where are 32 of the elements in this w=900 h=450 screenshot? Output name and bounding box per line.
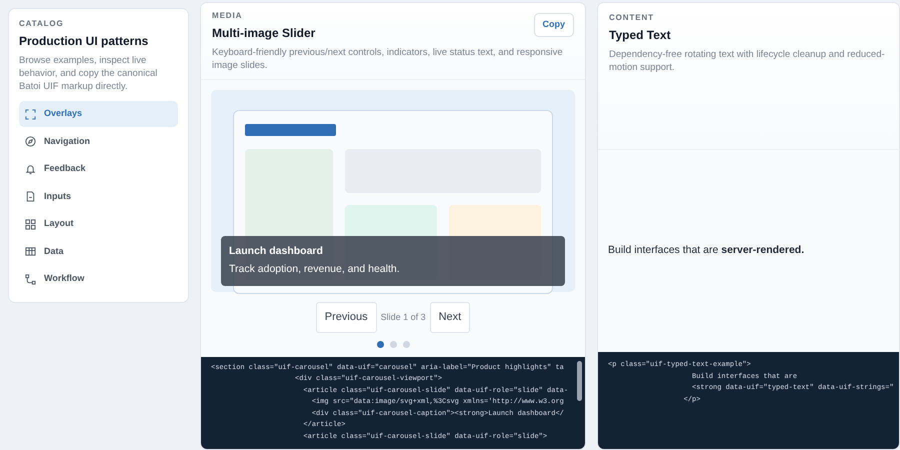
card-title: Typed Text — [609, 26, 671, 44]
card-description: Keyboard-friendly previous/next controls, indicators, live status text, and responsive image slides. — [212, 46, 564, 72]
sidebar-item[interactable]: Feedback — [19, 156, 178, 182]
sidebar-item[interactable]: Data — [19, 238, 178, 264]
document-icon — [25, 191, 36, 202]
section-label: CONTENT — [609, 13, 654, 23]
card-title: Multi-image Slider — [212, 24, 316, 42]
section-label: CATALOG — [19, 19, 64, 29]
scrollbar-thumb[interactable] — [577, 360, 582, 401]
table-icon — [25, 246, 36, 258]
sidebar-title: Production UI patterns — [19, 32, 148, 50]
frame-icon — [25, 108, 36, 120]
section-label: MEDIA — [212, 11, 242, 21]
caption-text: Track adoption, revenue, and health. — [229, 262, 401, 277]
slide-status: Slide 1 of 3 — [380, 310, 426, 324]
bell-icon — [25, 164, 36, 175]
card-description: Dependency-free rotating text with lifecycle cleanup and reduced-motion support. — [609, 48, 886, 74]
workflow-icon — [25, 274, 36, 285]
copy-button[interactable]: Copy — [534, 13, 574, 36]
caption-title: Launch dashboard — [229, 244, 324, 260]
sidebar-item[interactable]: Inputs — [19, 184, 178, 210]
compass-icon — [25, 136, 36, 148]
grid-icon — [25, 218, 36, 230]
sidebar-item[interactable]: Workflow — [19, 266, 178, 292]
slide-indicator[interactable] — [376, 340, 384, 348]
typed-text-demo: Build interfaces that are server-rendered. — [608, 243, 804, 258]
sidebar-item[interactable]: Overlays — [19, 101, 178, 127]
sidebar-item[interactable]: Navigation — [19, 128, 178, 154]
previous-button[interactable]: Previous — [316, 302, 377, 333]
sidebar-item[interactable]: Layout — [19, 211, 178, 237]
next-button[interactable]: Next — [430, 302, 470, 333]
sidebar-description: Browse examples, inspect live behavior, and copy the canonical Batoi UIF markup directly. — [19, 54, 158, 94]
